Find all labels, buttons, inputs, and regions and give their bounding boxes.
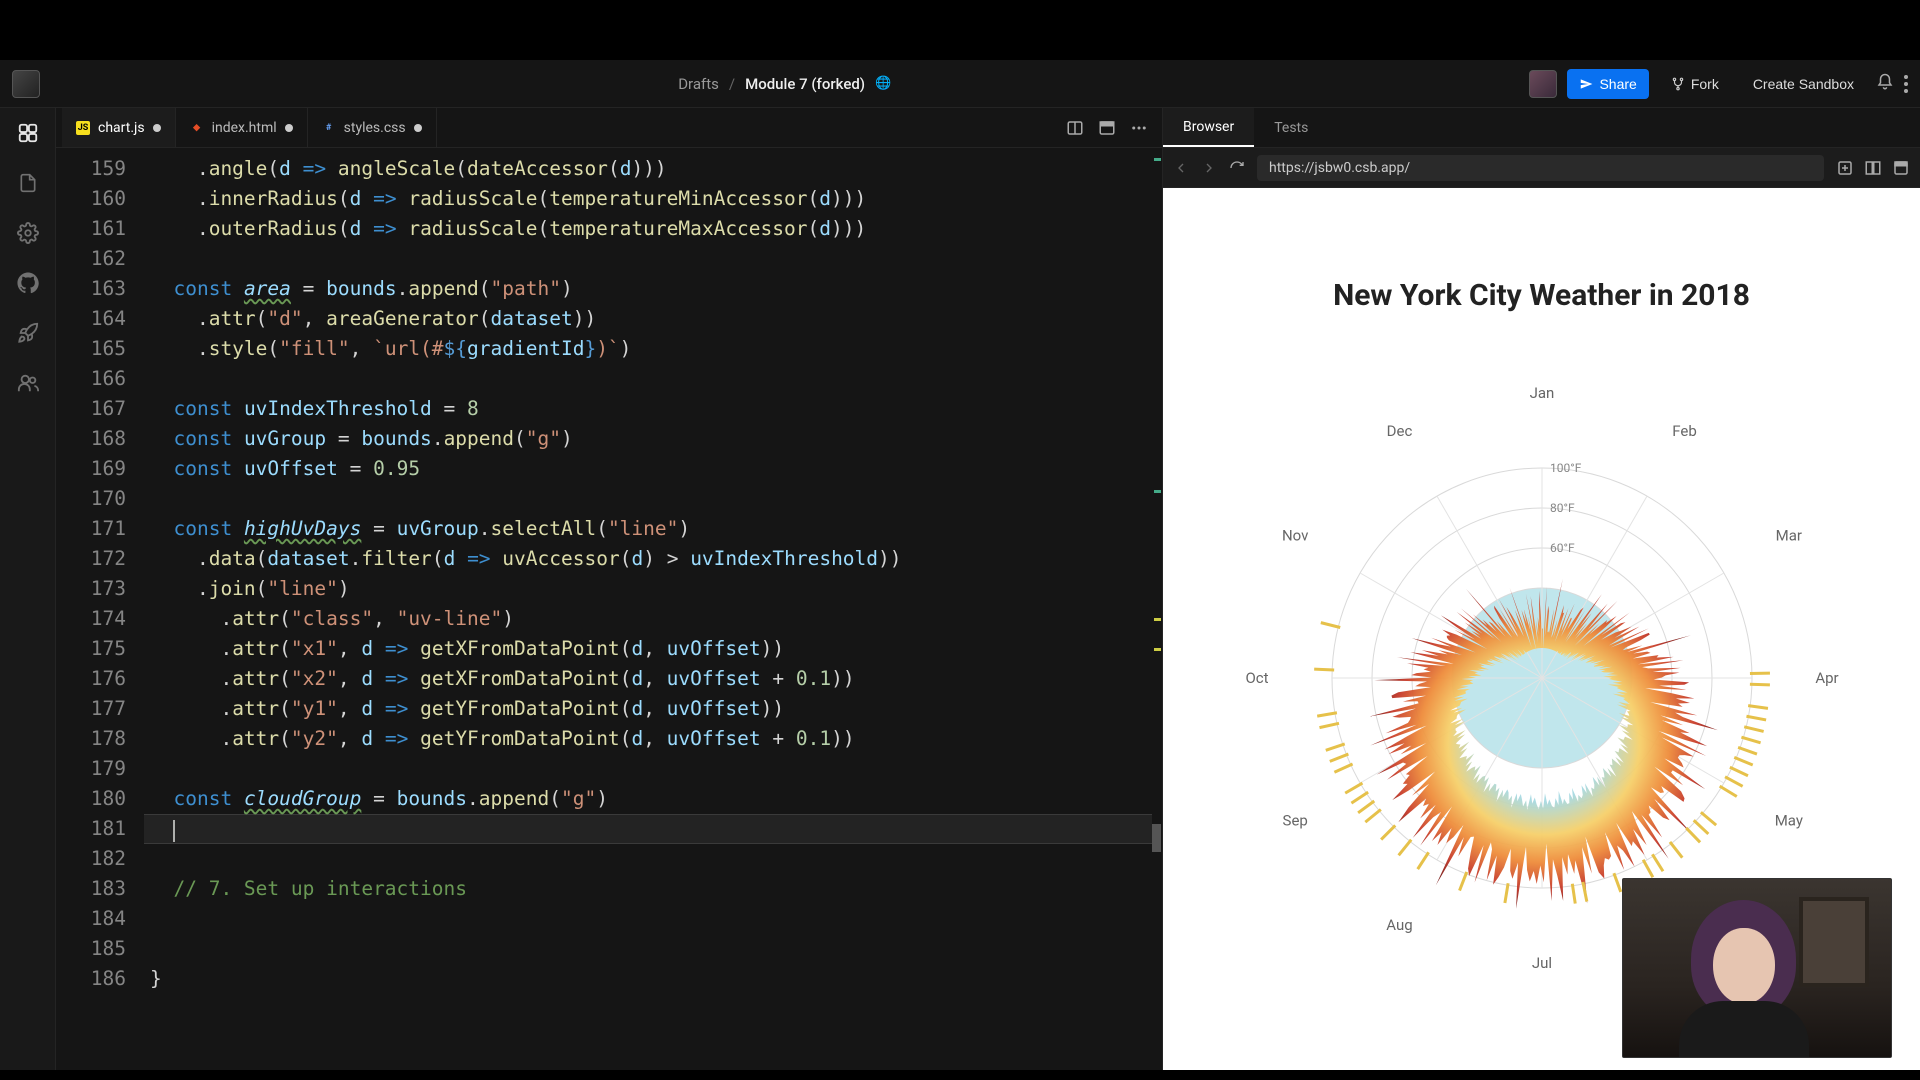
split-editor-icon[interactable] bbox=[1066, 119, 1084, 137]
share-icon bbox=[1579, 77, 1593, 91]
back-icon[interactable] bbox=[1173, 160, 1189, 176]
file-icon[interactable] bbox=[17, 172, 39, 194]
create-sandbox-button[interactable]: Create Sandbox bbox=[1741, 69, 1866, 99]
tab-label: index.html bbox=[212, 120, 277, 136]
svg-text:Oct: Oct bbox=[1245, 669, 1268, 687]
tab-styles-css[interactable]: # styles.css bbox=[308, 108, 437, 147]
activity-bar bbox=[0, 108, 56, 1070]
maximize-icon[interactable] bbox=[1098, 119, 1116, 137]
preview-column: Browser Tests New York City Weather in 2… bbox=[1162, 108, 1920, 1070]
svg-text:100°F: 100°F bbox=[1550, 461, 1582, 475]
tab-label: chart.js bbox=[98, 120, 145, 136]
add-to-icon[interactable] bbox=[1836, 159, 1854, 177]
editor-actions bbox=[1066, 108, 1156, 147]
breadcrumb-drafts[interactable]: Drafts bbox=[678, 75, 719, 93]
share-label: Share bbox=[1599, 76, 1636, 92]
menu-icon[interactable] bbox=[1904, 75, 1908, 93]
svg-text:60°F: 60°F bbox=[1550, 541, 1575, 555]
fork-icon bbox=[1671, 77, 1685, 91]
app-window: Drafts / Module 7 (forked) 🌐 Share Fork … bbox=[0, 60, 1920, 1070]
webcam-overlay bbox=[1622, 878, 1892, 1058]
team-icon[interactable] bbox=[17, 372, 39, 394]
svg-text:Jul: Jul bbox=[1531, 954, 1551, 972]
unsaved-dot-icon bbox=[285, 124, 293, 132]
url-input[interactable] bbox=[1257, 155, 1824, 181]
svg-text:Apr: Apr bbox=[1815, 669, 1838, 687]
file-tabs: JS chart.js ◆ index.html # styles.css bbox=[56, 108, 1162, 148]
bell-icon[interactable] bbox=[1876, 73, 1894, 95]
tab-label: styles.css bbox=[344, 120, 406, 136]
reload-icon[interactable] bbox=[1229, 160, 1245, 176]
svg-text:Feb: Feb bbox=[1672, 422, 1697, 440]
css-file-icon: # bbox=[322, 121, 336, 135]
open-window-icon[interactable] bbox=[1892, 159, 1910, 177]
fork-label: Fork bbox=[1691, 76, 1719, 92]
tab-index-html[interactable]: ◆ index.html bbox=[176, 108, 308, 147]
header-actions: Share Fork Create Sandbox bbox=[1529, 69, 1908, 99]
create-sandbox-label: Create Sandbox bbox=[1753, 76, 1854, 92]
tab-tests[interactable]: Tests bbox=[1254, 108, 1328, 147]
svg-text:Sep: Sep bbox=[1282, 812, 1307, 830]
rocket-icon[interactable] bbox=[17, 322, 39, 344]
svg-text:80°F: 80°F bbox=[1550, 501, 1575, 515]
unsaved-dot-icon bbox=[414, 124, 422, 132]
line-gutter: 1591601611621631641651661671681691701711… bbox=[56, 148, 144, 1070]
page-title[interactable]: Module 7 (forked) bbox=[745, 75, 865, 93]
avatar[interactable] bbox=[1529, 70, 1557, 98]
editor-column: JS chart.js ◆ index.html # styles.css bbox=[56, 108, 1162, 1070]
code-content[interactable]: .angle(d => angleScale(dateAccessor(d)))… bbox=[144, 148, 1152, 1070]
html-file-icon: ◆ bbox=[190, 121, 204, 135]
breadcrumb-sep: / bbox=[729, 75, 735, 93]
code-editor[interactable]: 1591601611621631641651661671681691701711… bbox=[56, 148, 1162, 1070]
globe-icon: 🌐 bbox=[875, 76, 891, 91]
url-bar bbox=[1163, 148, 1920, 188]
fork-button[interactable]: Fork bbox=[1659, 69, 1731, 99]
js-file-icon: JS bbox=[76, 121, 90, 135]
svg-text:Nov: Nov bbox=[1281, 527, 1307, 545]
tab-chart-js[interactable]: JS chart.js bbox=[62, 108, 176, 147]
github-icon[interactable] bbox=[17, 272, 39, 294]
chart-title: New York City Weather in 2018 bbox=[1163, 278, 1920, 313]
layout-icon[interactable] bbox=[1864, 159, 1882, 177]
header: Drafts / Module 7 (forked) 🌐 Share Fork … bbox=[0, 60, 1920, 108]
svg-text:Jan: Jan bbox=[1529, 384, 1554, 402]
preview-viewport: New York City Weather in 2018 60°F 80°F 10… bbox=[1163, 188, 1920, 1070]
svg-text:Dec: Dec bbox=[1386, 422, 1412, 440]
share-button[interactable]: Share bbox=[1567, 69, 1648, 99]
svg-text:May: May bbox=[1774, 812, 1802, 830]
unsaved-dot-icon bbox=[153, 124, 161, 132]
breadcrumb: Drafts / Module 7 (forked) 🌐 bbox=[52, 75, 1517, 93]
gear-icon[interactable] bbox=[17, 222, 39, 244]
explorer-icon[interactable] bbox=[17, 122, 39, 144]
logo[interactable] bbox=[12, 70, 40, 98]
more-icon[interactable] bbox=[1130, 119, 1148, 137]
svg-text:Aug: Aug bbox=[1386, 916, 1412, 934]
overview-ruler bbox=[1152, 148, 1162, 1070]
tab-browser[interactable]: Browser bbox=[1163, 108, 1254, 147]
preview-tabs: Browser Tests bbox=[1163, 108, 1920, 148]
forward-icon[interactable] bbox=[1201, 160, 1217, 176]
svg-text:Mar: Mar bbox=[1775, 527, 1801, 545]
